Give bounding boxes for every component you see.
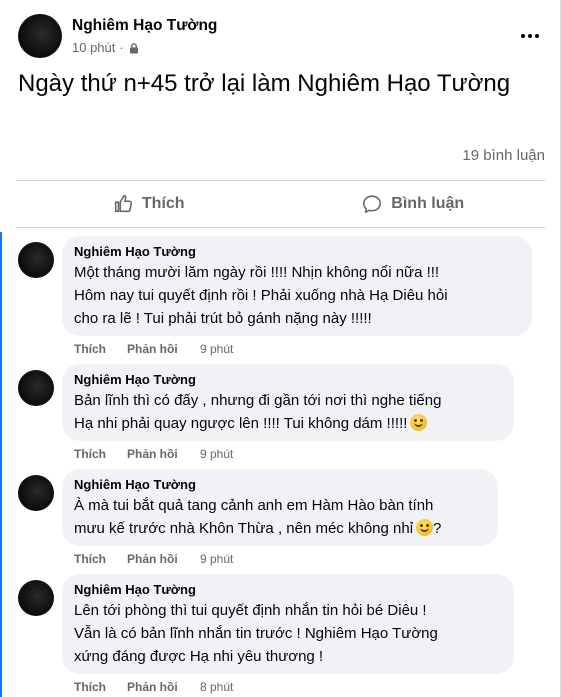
post-author[interactable]: Nghiêm Hạo Tường	[72, 17, 217, 35]
thumbs-up-icon	[114, 194, 132, 213]
comment-text: À mà tui bắt quả tang cảnh anh em Hàm Hà…	[74, 497, 434, 537]
meta-separator: ·	[119, 40, 124, 55]
more-options-icon[interactable]	[512, 24, 548, 48]
comment-avatar[interactable]	[18, 580, 54, 616]
comment-icon	[363, 195, 382, 214]
comment-thread-accent	[0, 232, 2, 697]
comment-text: Lên tới phòng thì tui quyết định nhắn ti…	[74, 602, 438, 665]
comment-bubble: Nghiêm Hạo Tường Một tháng mười lăm ngày…	[62, 236, 532, 336]
grinning-emoji-icon	[410, 414, 428, 431]
comment-actions: Thích Phản hồi 9 phút	[74, 342, 233, 356]
comment-button[interactable]: Bình luận	[281, 184, 546, 224]
comment-like-button[interactable]: Thích	[74, 342, 127, 356]
comment-text: Bản lĩnh thì có đấy , nhưng đi gần tới n…	[74, 392, 442, 432]
lock-icon	[129, 42, 138, 53]
comment-author[interactable]: Nghiêm Hạo Tường	[74, 582, 502, 598]
comment-label: Bình luận	[391, 195, 465, 212]
comment-like-button[interactable]: Thích	[74, 447, 127, 461]
comment-like-button[interactable]: Thích	[74, 552, 127, 566]
comment-bubble: Nghiêm Hạo Tường À mà tui bắt quả tang c…	[62, 469, 498, 546]
comment-time[interactable]: 9 phút	[200, 552, 233, 566]
comment-actions: Thích Phản hồi 9 phút	[74, 447, 233, 461]
comment-bubble: Nghiêm Hạo Tường Lên tới phòng thì tui q…	[62, 574, 514, 674]
post-time[interactable]: 10 phút	[72, 40, 115, 55]
comment-text-wrap: Bản lĩnh thì có đấy , nhưng đi gần tới n…	[74, 389, 502, 435]
like-label: Thích	[141, 195, 185, 212]
author-avatar[interactable]	[18, 14, 62, 58]
comment-time[interactable]: 9 phút	[200, 342, 233, 356]
comment-author[interactable]: Nghiêm Hạo Tường	[74, 477, 486, 493]
comment-text-wrap: À mà tui bắt quả tang cảnh anh em Hàm Hà…	[74, 494, 486, 540]
post-header: Nghiêm Hạo Tường 10 phút ·	[18, 14, 548, 62]
comment-reply-button[interactable]: Phản hồi	[127, 342, 200, 356]
comment-count[interactable]: 19 bình luận	[462, 147, 545, 164]
smiling-emoji-icon	[416, 519, 434, 536]
comment-reply-button[interactable]: Phản hồi	[127, 680, 200, 694]
comment-author[interactable]: Nghiêm Hạo Tường	[74, 372, 502, 388]
divider-bottom	[16, 227, 545, 228]
post-meta: 10 phút ·	[72, 40, 140, 55]
comment-text: Một tháng mười lăm ngày rồi !!!! Nhịn kh…	[74, 264, 448, 327]
comment-time[interactable]: 9 phút	[200, 447, 233, 461]
comment-bubble: Nghiêm Hạo Tường Bản lĩnh thì có đấy , n…	[62, 364, 514, 441]
comment-avatar[interactable]	[18, 475, 54, 511]
comment-time[interactable]: 8 phút	[200, 680, 233, 694]
comment-author[interactable]: Nghiêm Hạo Tường	[74, 244, 520, 260]
comment-text-suffix: ?	[433, 520, 442, 537]
post-actions: Thích Bình luận	[16, 184, 545, 224]
comment-reply-button[interactable]: Phản hồi	[127, 447, 200, 461]
comment-reply-button[interactable]: Phản hồi	[127, 552, 200, 566]
comment-actions: Thích Phản hồi 8 phút	[74, 680, 233, 694]
like-button[interactable]: Thích	[16, 184, 281, 224]
divider-top	[16, 180, 545, 181]
post-text: Ngày thứ n+45 trở lại làm Nghiêm Hạo Tườ…	[18, 70, 511, 97]
post-card: Nghiêm Hạo Tường 10 phút · Ngày thứ n+45…	[0, 0, 561, 697]
comment-actions: Thích Phản hồi 9 phút	[74, 552, 233, 566]
comment-avatar[interactable]	[18, 242, 54, 278]
comment-like-button[interactable]: Thích	[74, 680, 127, 694]
comment-avatar[interactable]	[18, 370, 54, 406]
